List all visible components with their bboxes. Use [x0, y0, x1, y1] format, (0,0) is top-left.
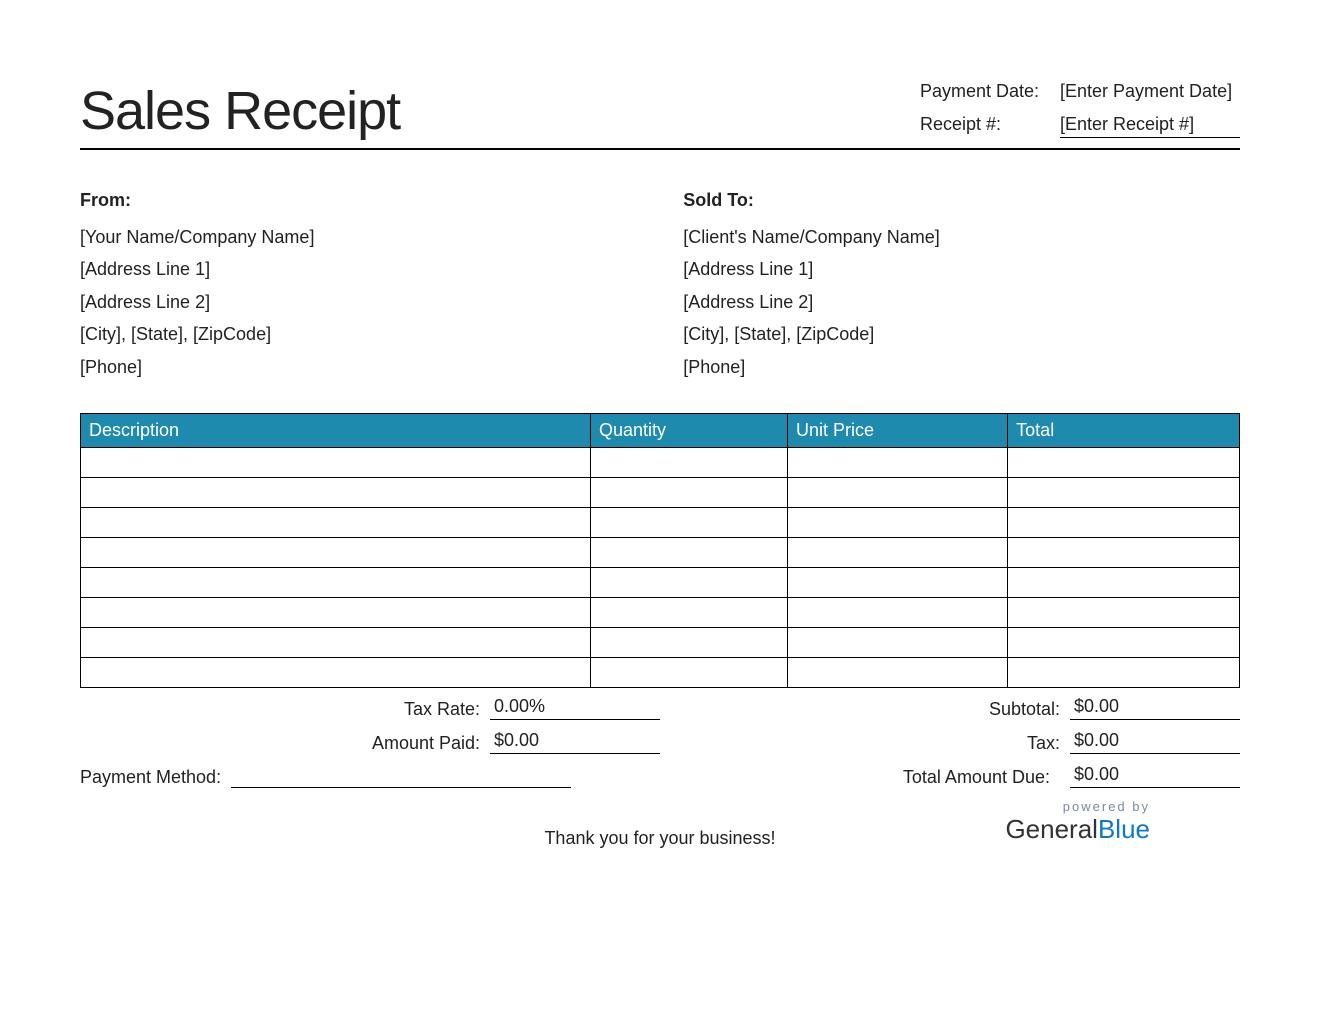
tax-label: Tax: — [660, 733, 1070, 754]
from-block: From: [Your Name/Company Name] [Address … — [80, 190, 637, 383]
cell-quantity[interactable] — [590, 507, 787, 537]
cell-total[interactable] — [1008, 597, 1240, 627]
cell-total[interactable] — [1008, 507, 1240, 537]
sold-to-city-state-zip[interactable]: [City], [State], [ZipCode] — [683, 318, 1240, 350]
subtotal-label: Subtotal: — [660, 699, 1070, 720]
cell-quantity[interactable] — [590, 567, 787, 597]
table-row — [81, 567, 1240, 597]
sold-to-heading: Sold To: — [683, 190, 1240, 211]
table-row — [81, 507, 1240, 537]
total-due-value: $0.00 — [1070, 764, 1240, 788]
table-row — [81, 477, 1240, 507]
cell-unit-price[interactable] — [787, 477, 1007, 507]
sold-to-phone[interactable]: [Phone] — [683, 351, 1240, 383]
amount-paid-label: Amount Paid: — [80, 733, 490, 754]
page-title: Sales Receipt — [80, 80, 400, 142]
cell-total[interactable] — [1008, 567, 1240, 597]
tax-rate-label: Tax Rate: — [80, 699, 490, 720]
cell-description[interactable] — [81, 627, 591, 657]
subtotal-value: $0.00 — [1070, 696, 1240, 720]
from-city-state-zip[interactable]: [City], [State], [ZipCode] — [80, 318, 637, 350]
from-address1[interactable]: [Address Line 1] — [80, 253, 637, 285]
sold-to-block: Sold To: [Client's Name/Company Name] [A… — [683, 190, 1240, 383]
powered-by-label: powered by — [1005, 799, 1150, 814]
cell-total[interactable] — [1008, 657, 1240, 687]
cell-quantity[interactable] — [590, 447, 787, 477]
table-row — [81, 537, 1240, 567]
table-row — [81, 627, 1240, 657]
sold-to-name[interactable]: [Client's Name/Company Name] — [683, 221, 1240, 253]
cell-unit-price[interactable] — [787, 657, 1007, 687]
from-heading: From: — [80, 190, 637, 211]
cell-unit-price[interactable] — [787, 507, 1007, 537]
totals-section: Tax Rate: 0.00% Subtotal: $0.00 Amount P… — [80, 696, 1240, 754]
line-items-table: Description Quantity Unit Price Total — [80, 413, 1240, 688]
cell-quantity[interactable] — [590, 657, 787, 687]
tax-rate-value[interactable]: 0.00% — [490, 696, 660, 720]
cell-description[interactable] — [81, 477, 591, 507]
payment-date-value[interactable]: [Enter Payment Date] — [1060, 81, 1240, 102]
cell-unit-price[interactable] — [787, 537, 1007, 567]
table-row — [81, 447, 1240, 477]
cell-quantity[interactable] — [590, 627, 787, 657]
sold-to-address1[interactable]: [Address Line 1] — [683, 253, 1240, 285]
from-phone[interactable]: [Phone] — [80, 351, 637, 383]
payment-date-label: Payment Date: — [920, 81, 1050, 102]
col-header-total: Total — [1008, 413, 1240, 447]
brand-general: General — [1005, 814, 1098, 844]
receipt-number-label: Receipt #: — [920, 114, 1050, 138]
cell-unit-price[interactable] — [787, 627, 1007, 657]
header: Sales Receipt Payment Date: [Enter Payme… — [80, 80, 1240, 150]
cell-description[interactable] — [81, 447, 591, 477]
from-name[interactable]: [Your Name/Company Name] — [80, 221, 637, 253]
amount-paid-value[interactable]: $0.00 — [490, 730, 660, 754]
col-header-quantity: Quantity — [590, 413, 787, 447]
col-header-description: Description — [81, 413, 591, 447]
cell-unit-price[interactable] — [787, 447, 1007, 477]
col-header-unit-price: Unit Price — [787, 413, 1007, 447]
powered-by-badge: powered by GeneralBlue — [1005, 799, 1150, 845]
receipt-meta: Payment Date: [Enter Payment Date] Recei… — [920, 81, 1240, 142]
from-address2[interactable]: [Address Line 2] — [80, 286, 637, 318]
cell-unit-price[interactable] — [787, 597, 1007, 627]
tax-value: $0.00 — [1070, 730, 1240, 754]
cell-quantity[interactable] — [590, 597, 787, 627]
cell-unit-price[interactable] — [787, 567, 1007, 597]
cell-total[interactable] — [1008, 537, 1240, 567]
cell-description[interactable] — [81, 537, 591, 567]
total-due-label: Total Amount Due: — [903, 767, 1060, 788]
table-row — [81, 657, 1240, 687]
table-row — [81, 597, 1240, 627]
receipt-number-value[interactable]: [Enter Receipt #] — [1060, 114, 1240, 138]
cell-total[interactable] — [1008, 477, 1240, 507]
sold-to-address2[interactable]: [Address Line 2] — [683, 286, 1240, 318]
cell-total[interactable] — [1008, 447, 1240, 477]
cell-quantity[interactable] — [590, 477, 787, 507]
brand-logo: GeneralBlue — [1005, 814, 1150, 845]
payment-row: Payment Method: Total Amount Due: $0.00 — [80, 764, 1240, 788]
payment-method-value[interactable] — [231, 766, 571, 788]
cell-total[interactable] — [1008, 627, 1240, 657]
brand-blue: Blue — [1098, 814, 1150, 844]
payment-method-label: Payment Method: — [80, 767, 221, 788]
cell-description[interactable] — [81, 597, 591, 627]
cell-description[interactable] — [81, 657, 591, 687]
cell-description[interactable] — [81, 507, 591, 537]
cell-quantity[interactable] — [590, 537, 787, 567]
cell-description[interactable] — [81, 567, 591, 597]
parties-section: From: [Your Name/Company Name] [Address … — [80, 190, 1240, 383]
